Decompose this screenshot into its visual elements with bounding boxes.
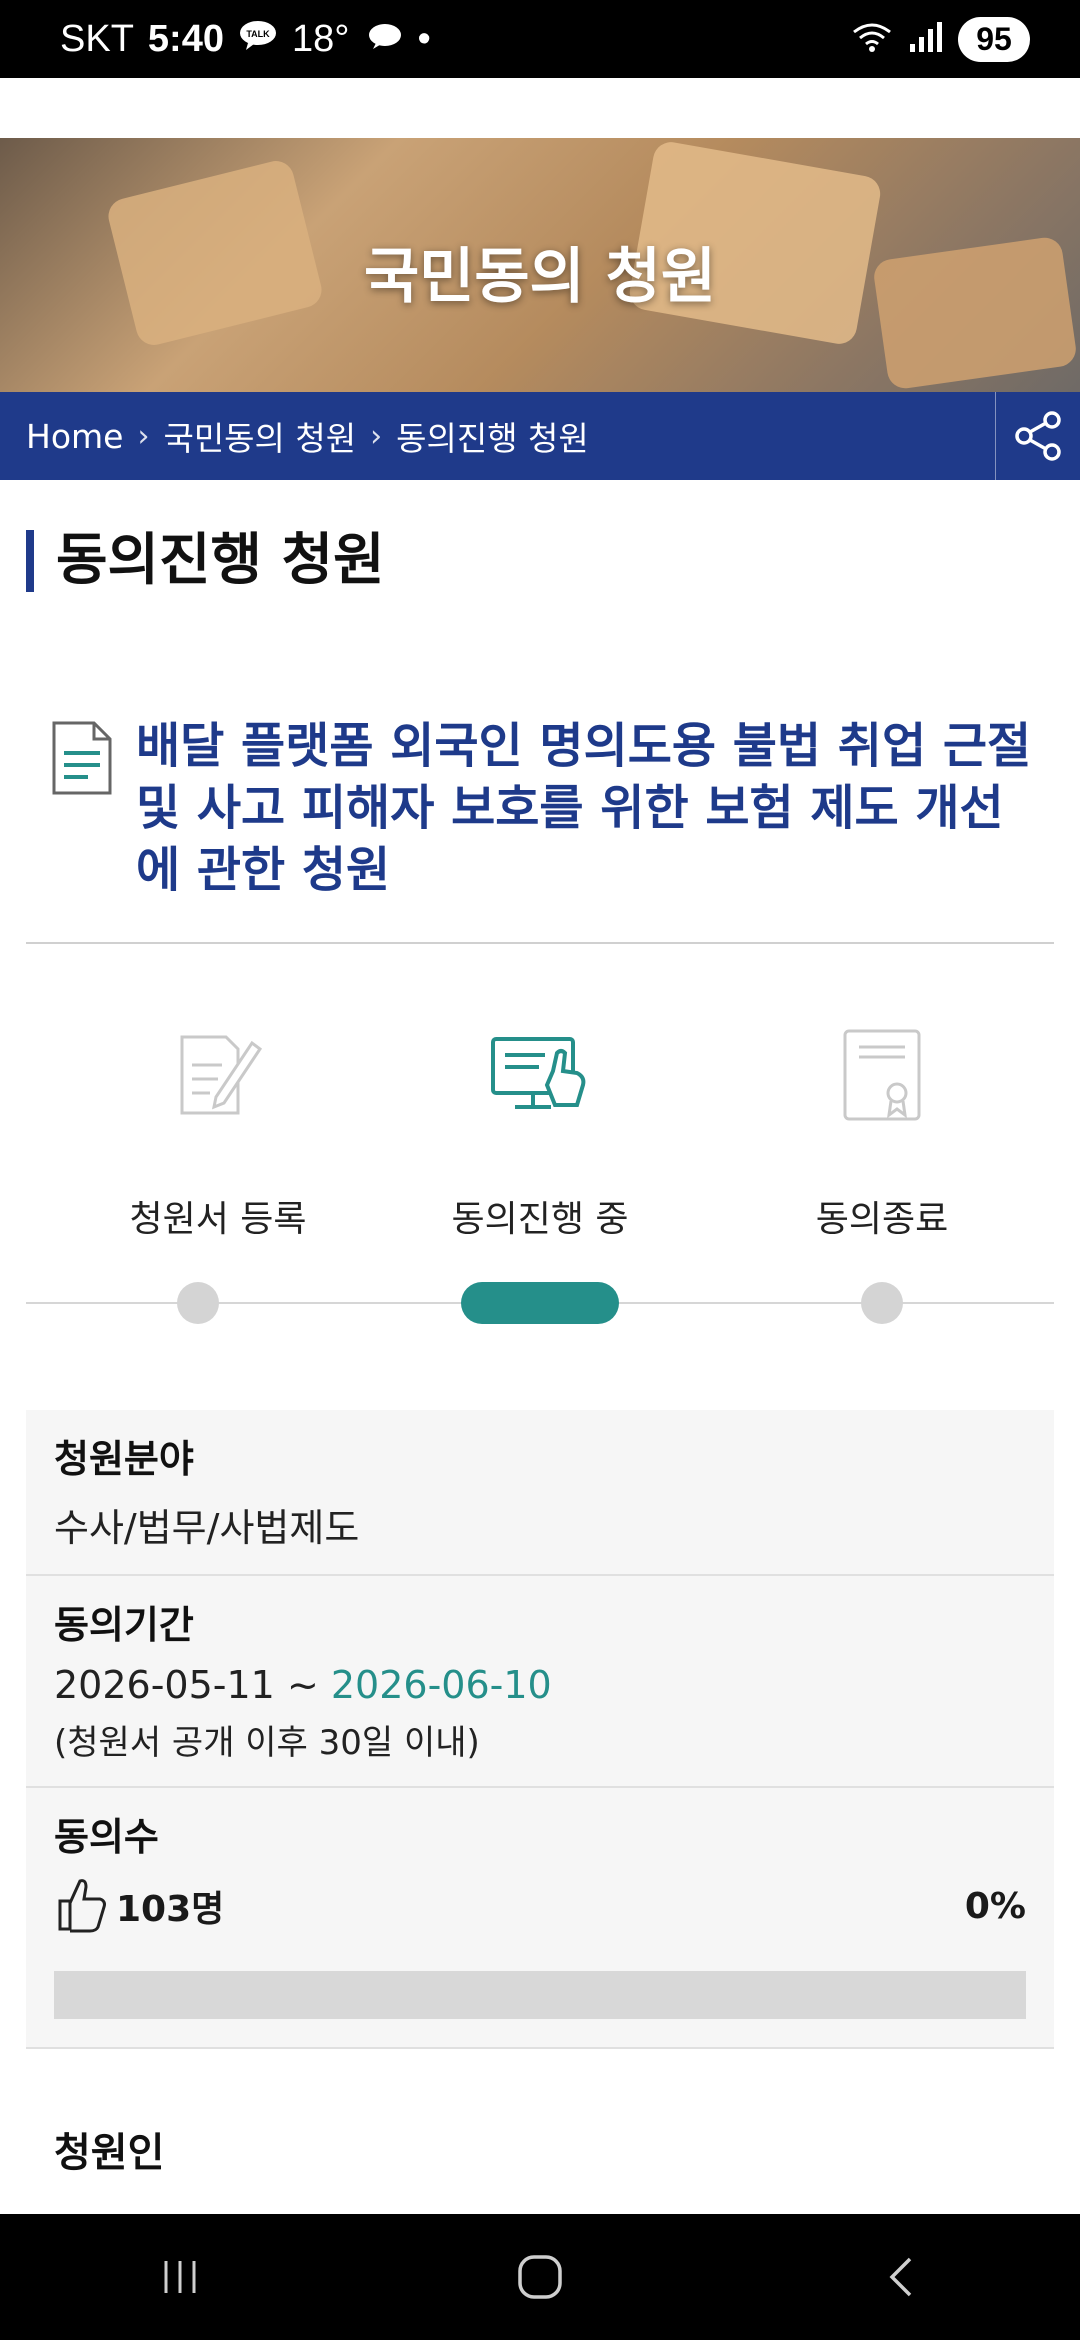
recent-apps-button[interactable]	[120, 2237, 240, 2317]
petition-title: 배달 플랫폼 외국인 명의도용 불법 취업 근절 및 사고 피해자 보호를 위한…	[136, 718, 1032, 898]
svg-text:TALK: TALK	[246, 29, 270, 39]
period-label: 동의기간	[54, 1603, 194, 1647]
step-label: 청원서 등록	[129, 1199, 307, 1240]
period-value: 2026-05-11 ~ 2026-06-10	[54, 1663, 1026, 1707]
breadcrumb: Home › 국민동의 청원 › 동의진행 청원	[0, 392, 1080, 480]
count-row: 동의수 103명 0%	[26, 1788, 1054, 2049]
step-label: 동의진행 중	[451, 1199, 629, 1240]
battery-indicator: 95	[958, 16, 1030, 62]
field-row: 청원분야 수사/법무/사법제도	[26, 1410, 1054, 1576]
breadcrumb-home[interactable]: Home	[26, 417, 123, 456]
talk-icon: TALK	[238, 18, 278, 61]
monitor-click-icon	[400, 1020, 680, 1130]
petition-header: 배달 플랫폼 외국인 명의도용 불법 취업 근절 및 사고 피해자 보호를 위한…	[50, 715, 1040, 901]
petition-info: 청원분야 수사/법무/사법제도 동의기간 2026-05-11 ~ 2026-0…	[26, 1410, 1054, 2049]
agree-percent: 0%	[964, 1885, 1026, 1927]
agree-count: 103명	[116, 1889, 225, 1930]
breadcrumb-item[interactable]: 국민동의 청원	[163, 412, 356, 460]
back-icon	[889, 2257, 912, 2297]
hero-banner: 국민동의 청원	[0, 138, 1080, 392]
chevron-right-icon: ›	[370, 418, 383, 454]
period-start: 2026-05-11	[54, 1663, 275, 1707]
step-dot	[177, 1282, 219, 1324]
period-end: 2026-06-10	[330, 1663, 552, 1707]
carrier-label: SKT	[60, 17, 134, 60]
field-label: 청원분야	[54, 1437, 194, 1481]
step-dot	[861, 1282, 903, 1324]
home-icon	[518, 2255, 562, 2299]
period-tilde: ~	[286, 1663, 319, 1707]
step-in-progress: 동의진행 중	[400, 1020, 680, 1242]
step-registration: 청원서 등록	[78, 1020, 358, 1242]
recent-apps-icon	[164, 2261, 196, 2293]
period-note: (청원서 공개 이후 30일 이내)	[54, 1723, 480, 1763]
petitioner-label: 청원인	[54, 2130, 165, 2176]
step-dot-active	[461, 1282, 619, 1324]
system-nav-bar	[0, 2214, 1080, 2340]
period-row: 동의기간 2026-05-11 ~ 2026-06-10 (청원서 공개 이후 …	[26, 1576, 1054, 1788]
certificate-icon	[742, 1020, 1022, 1130]
weather-icon	[363, 17, 403, 61]
back-button[interactable]	[840, 2237, 960, 2317]
share-button[interactable]	[995, 392, 1080, 480]
step-label: 동의종료	[815, 1199, 949, 1240]
count-label: 동의수	[54, 1815, 159, 1859]
hero-title: 국민동의 청원	[363, 242, 717, 312]
thumbs-up-icon	[54, 1875, 108, 1937]
progress-steps: 청원서 등록 동의진행 중 동의종료	[26, 1020, 1054, 1340]
clock: 5:40	[147, 17, 224, 60]
app-header	[0, 78, 1080, 138]
document-icon	[50, 715, 114, 901]
field-value: 수사/법무/사법제도	[54, 1506, 360, 1550]
dot-icon: •	[417, 17, 431, 60]
step-completed: 동의종료	[742, 1020, 1022, 1242]
status-bar: SKT 5:40 TALK 18° • 95	[0, 0, 1080, 78]
home-button[interactable]	[480, 2237, 600, 2317]
divider	[26, 942, 1054, 944]
breadcrumb-current[interactable]: 동의진행 청원	[396, 412, 589, 460]
wifi-icon	[850, 20, 894, 59]
edit-document-icon	[78, 1020, 358, 1130]
temperature-label: 18°	[291, 17, 350, 60]
progress-bar	[54, 1971, 1026, 2019]
share-icon	[1015, 411, 1061, 461]
chevron-right-icon: ›	[137, 418, 150, 454]
page-title: 동의진행 청원	[26, 530, 385, 592]
signal-icon	[908, 20, 944, 59]
